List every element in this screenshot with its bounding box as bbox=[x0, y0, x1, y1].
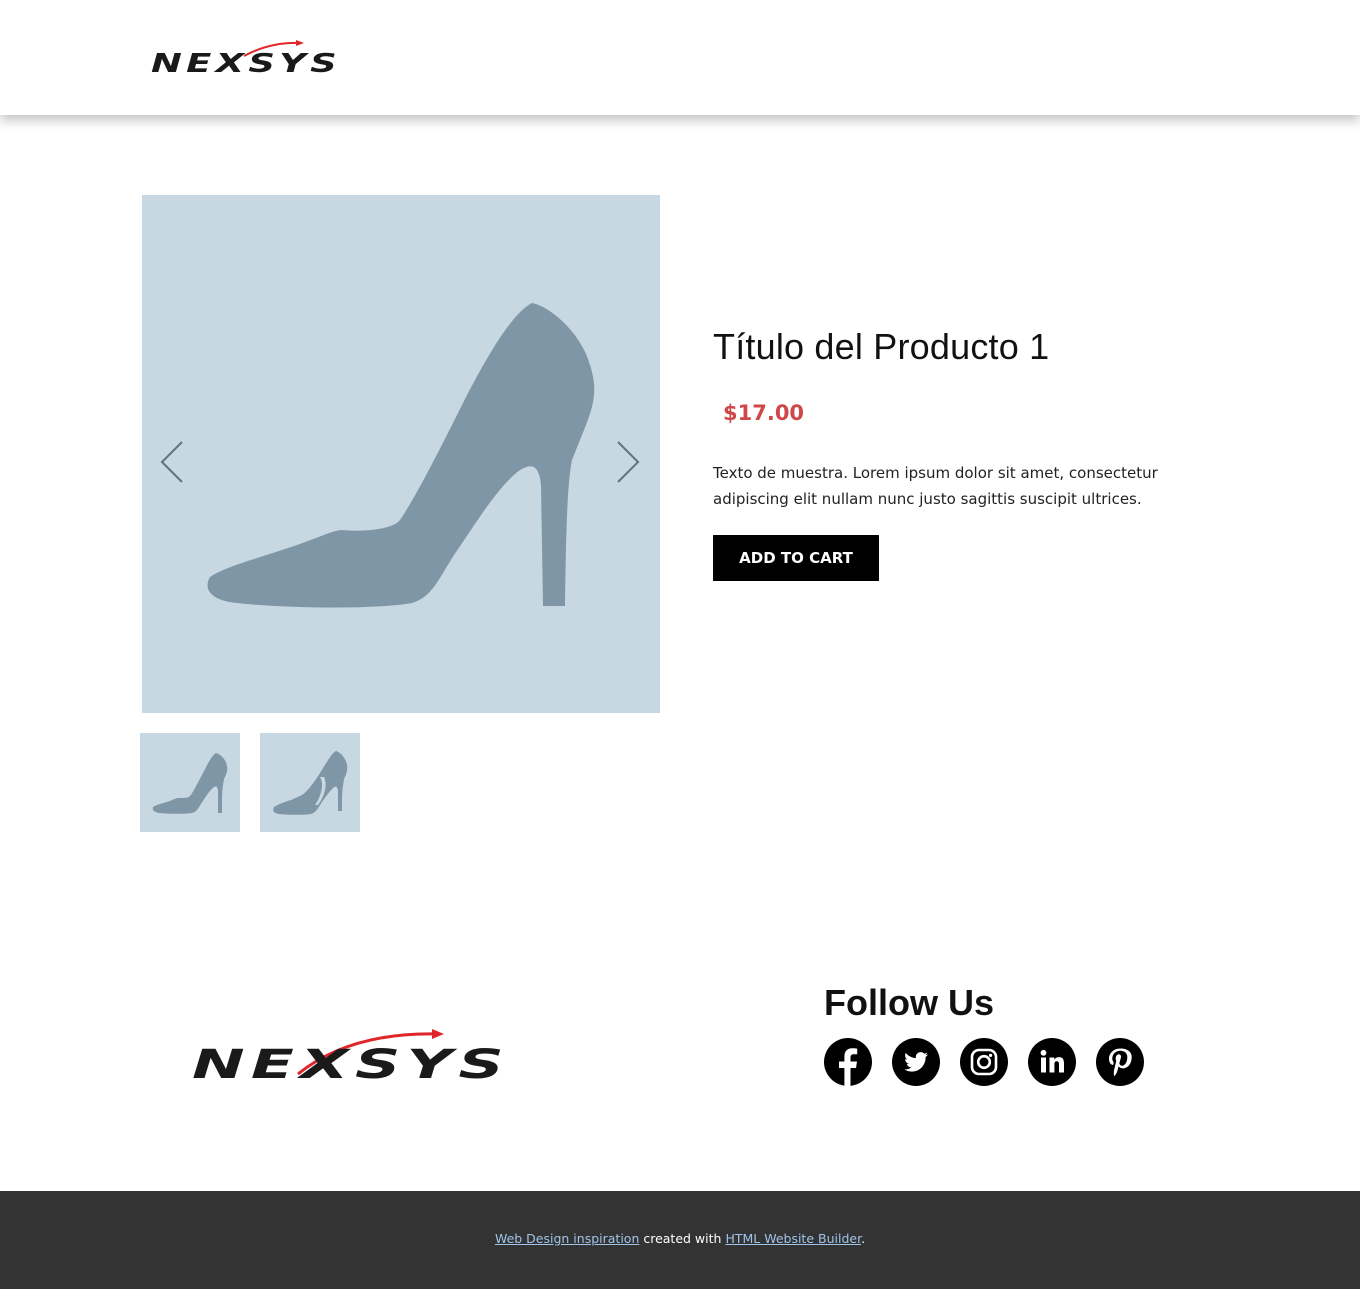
product-price: $17.00 bbox=[723, 401, 805, 425]
product-main-image bbox=[142, 195, 660, 713]
product-description: Texto de muestra. Lorem ipsum dolor sit … bbox=[713, 464, 1158, 508]
shoe-thumbnail-2[interactable] bbox=[260, 733, 360, 832]
twitter-icon[interactable] bbox=[892, 1038, 940, 1086]
svg-text:NEXSYS: NEXSYS bbox=[192, 1042, 510, 1084]
footer-credit-end: . bbox=[861, 1231, 866, 1246]
facebook-icon[interactable] bbox=[824, 1038, 872, 1086]
web-design-inspiration-link[interactable]: Web Design inspiration bbox=[495, 1231, 639, 1246]
footer-credit: Web Design inspiration created with HTML… bbox=[0, 1231, 1360, 1246]
chevron-right-icon[interactable] bbox=[614, 440, 640, 484]
svg-text:NEXSYS: NEXSYS bbox=[151, 49, 341, 76]
html-website-builder-link[interactable]: HTML Website Builder bbox=[725, 1231, 861, 1246]
add-to-cart-button[interactable]: ADD TO CART bbox=[713, 535, 879, 581]
footer-credit-middle: created with bbox=[639, 1231, 726, 1246]
follow-us-heading: Follow Us bbox=[824, 982, 994, 1023]
instagram-icon[interactable] bbox=[960, 1038, 1008, 1086]
high-heel-shoe-image bbox=[207, 303, 595, 608]
nexsys-logo[interactable]: NEXSYS bbox=[150, 40, 344, 79]
shoe-thumbnail-1[interactable] bbox=[140, 733, 240, 832]
chevron-left-icon[interactable] bbox=[160, 440, 186, 484]
footer-bar: Web Design inspiration created with HTML… bbox=[0, 1191, 1360, 1289]
product-title: Título del Producto 1 bbox=[713, 326, 1050, 367]
site-header: NEXSYS bbox=[0, 0, 1360, 115]
footer-nexsys-logo[interactable]: NEXSYS bbox=[190, 1028, 514, 1088]
pinterest-icon[interactable] bbox=[1096, 1038, 1144, 1086]
linkedin-icon[interactable] bbox=[1028, 1038, 1076, 1086]
